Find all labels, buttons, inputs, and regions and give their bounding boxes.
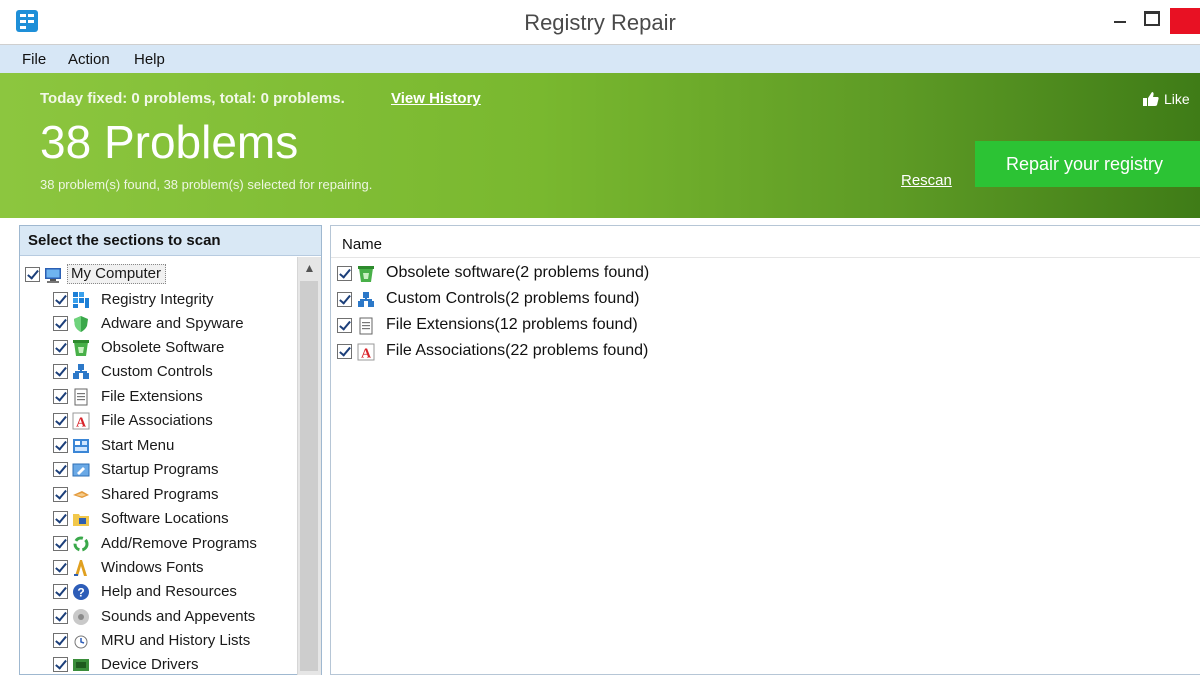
checkbox[interactable] (53, 389, 68, 404)
checkbox[interactable] (53, 560, 68, 575)
startup-icon (72, 463, 90, 477)
result-label: Custom Controls(2 problems found) (386, 290, 640, 307)
view-history-link[interactable]: View History (391, 90, 481, 107)
menu-help[interactable]: Help (134, 51, 165, 68)
scroll-thumb[interactable] (300, 281, 318, 671)
tree-item-label: Registry Integrity (101, 291, 214, 308)
close-button[interactable] (1170, 8, 1200, 34)
recycle-icon (73, 536, 89, 552)
tree-item-label: File Associations (101, 412, 213, 429)
help-icon: ? (73, 584, 89, 600)
sections-header: Select the sections to scan (20, 226, 321, 256)
problems-count: 38 Problems (40, 116, 299, 168)
svg-text:A: A (361, 347, 372, 362)
checkbox[interactable] (53, 364, 68, 379)
menu-action[interactable]: Action (68, 51, 110, 68)
controls-icon (358, 292, 374, 307)
checkbox[interactable] (337, 292, 352, 307)
problems-found-text: 38 problem(s) found, 38 problem(s) selec… (40, 177, 373, 192)
tree-item-label: Windows Fonts (101, 559, 204, 576)
checkbox[interactable] (53, 413, 68, 428)
status-banner: Today fixed: 0 problems, total: 0 proble… (0, 73, 1200, 218)
shield-icon (74, 316, 88, 332)
checkbox[interactable] (25, 267, 40, 282)
checkbox[interactable] (53, 316, 68, 331)
tree-item-label: Software Locations (101, 510, 229, 527)
tree-item-label: Obsolete Software (101, 339, 225, 356)
checkbox[interactable] (53, 462, 68, 477)
checkbox[interactable] (53, 292, 68, 307)
checkbox[interactable] (337, 266, 352, 281)
folder-icon (73, 514, 89, 526)
checkbox[interactable] (53, 633, 68, 648)
tree-item-label: Sounds and Appevents (101, 608, 256, 625)
sections-scrollbar[interactable]: ▲ (297, 257, 321, 675)
menu-file[interactable]: File (22, 51, 46, 68)
checkbox[interactable] (53, 609, 68, 624)
tree-item-label: Custom Controls (101, 363, 213, 380)
checkbox[interactable] (53, 511, 68, 526)
history-icon (74, 635, 88, 649)
tree-item-label: Shared Programs (101, 486, 219, 503)
maximize-button[interactable] (1130, 8, 1170, 34)
like-label: Like (1164, 91, 1190, 107)
menu-bar: File Action Help (0, 45, 1200, 73)
repair-registry-button[interactable]: Repair your registry (975, 141, 1200, 187)
checkbox[interactable] (53, 584, 68, 599)
driver-icon (73, 659, 89, 671)
tree-item-label: Adware and Spyware (101, 315, 244, 332)
checkbox[interactable] (53, 657, 68, 672)
checkbox[interactable] (337, 318, 352, 333)
checkbox[interactable] (53, 536, 68, 551)
registry-icon (73, 292, 89, 308)
tree-item-label: Add/Remove Programs (101, 535, 257, 552)
sections-panel: Select the sections to scan My Computer … (19, 225, 322, 675)
letter-a-icon: A (72, 412, 90, 430)
controls-icon (73, 364, 89, 379)
tree-item-label: MRU and History Lists (101, 632, 251, 649)
tree-item-label: File Extensions (101, 388, 203, 405)
scroll-up-arrow[interactable]: ▲ (298, 257, 321, 279)
tree-item-label: Startup Programs (101, 461, 219, 478)
checkbox[interactable] (53, 487, 68, 502)
rescan-link[interactable]: Rescan (901, 172, 952, 189)
window-title: Registry Repair (524, 10, 676, 35)
computer-icon (45, 268, 61, 283)
like-button[interactable]: Like (1143, 91, 1190, 107)
result-label: File Extensions(12 problems found) (386, 316, 638, 333)
svg-text:?: ? (77, 586, 84, 600)
sound-icon (73, 609, 89, 625)
letter-a-icon: A (357, 343, 375, 361)
tree-item-label: Help and Resources (101, 583, 237, 600)
font-icon (74, 560, 87, 576)
checkbox[interactable] (53, 340, 68, 355)
shared-icon (73, 491, 89, 498)
recycle-bin-icon (73, 340, 89, 356)
document-icon (359, 317, 373, 335)
document-icon (74, 388, 88, 406)
tree-item-label: Start Menu (101, 437, 175, 454)
results-panel: Name Obsolete software(2 problems found)… (330, 225, 1200, 675)
svg-text:A: A (76, 416, 87, 431)
result-label: File Associations(22 problems found) (386, 342, 649, 359)
today-fixed-text: Today fixed: 0 problems, total: 0 proble… (40, 90, 345, 107)
thumbs-up-icon (1143, 92, 1159, 106)
checkbox[interactable] (53, 438, 68, 453)
title-bar: Registry Repair (0, 0, 1200, 45)
result-label: Obsolete software(2 problems found) (386, 264, 650, 281)
start-menu-icon (73, 439, 89, 453)
recycle-bin-icon (358, 266, 374, 282)
tree-item-label: Device Drivers (101, 656, 199, 673)
column-header-name[interactable]: Name (331, 226, 1200, 258)
tree-item-label: My Computer (67, 264, 167, 284)
checkbox[interactable] (337, 344, 352, 359)
